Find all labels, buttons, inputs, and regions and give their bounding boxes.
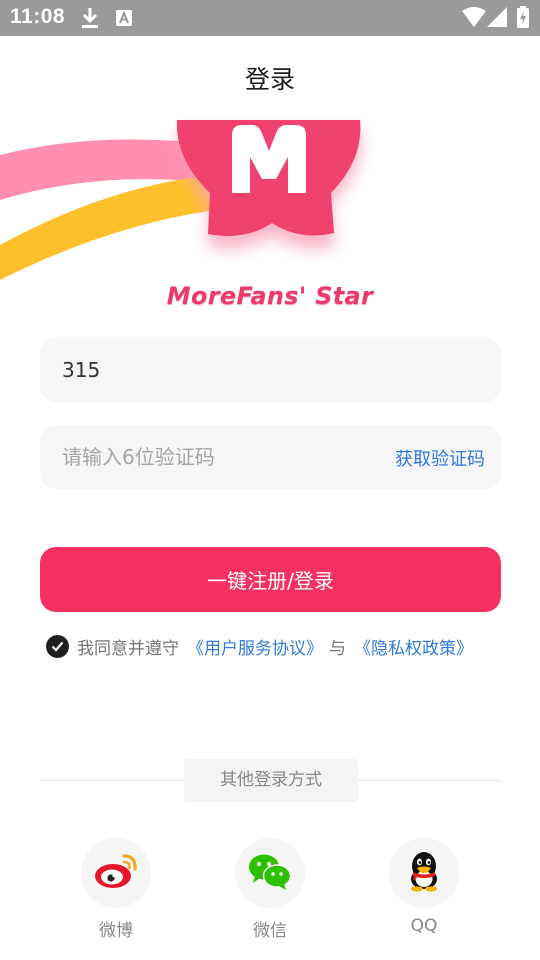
agreement-prefix: 我同意并遵守 <box>77 638 179 659</box>
weibo-label: 微博 <box>99 921 133 941</box>
qq-login-button[interactable]: QQ <box>389 838 459 936</box>
weibo-login-button[interactable]: 微博 <box>81 838 151 941</box>
wifi-icon <box>462 7 486 31</box>
weibo-icon <box>93 852 139 894</box>
agreement-and: 与 <box>329 638 346 659</box>
get-code-button[interactable]: 获取验证码 <box>395 445 485 471</box>
qq-icon <box>406 850 442 896</box>
brand-name: MoreFans' Star <box>166 282 374 310</box>
register-login-button[interactable]: 一键注册/登录 <box>40 547 501 612</box>
code-input[interactable] <box>62 425 382 489</box>
wechat-login-button[interactable]: 微信 <box>235 838 305 941</box>
other-login-label: 其他登录方式 <box>184 759 358 802</box>
agreement-row: 我同意并遵守 《用户服务协议》 与 《隐私权政策》 <box>46 633 479 659</box>
user-agreement-link[interactable]: 《用户服务协议》 <box>187 634 323 659</box>
phone-input[interactable] <box>62 338 382 402</box>
phone-field[interactable] <box>40 338 501 402</box>
font-icon <box>115 9 133 31</box>
wechat-icon <box>247 851 293 895</box>
qq-label: QQ <box>410 916 438 936</box>
signal-icon <box>487 7 507 31</box>
privacy-policy-link[interactable]: 《隐私权政策》 <box>354 634 473 659</box>
status-bar: 11:08 <box>0 0 540 36</box>
brand-logo <box>0 115 540 295</box>
wechat-label: 微信 <box>253 921 287 941</box>
status-time: 11:08 <box>10 5 66 28</box>
code-field[interactable]: 获取验证码 <box>40 425 501 489</box>
download-icon <box>80 6 100 34</box>
checkbox-checked-icon[interactable] <box>46 634 69 658</box>
page-title: 登录 <box>244 65 295 94</box>
battery-charging-icon <box>517 6 529 32</box>
